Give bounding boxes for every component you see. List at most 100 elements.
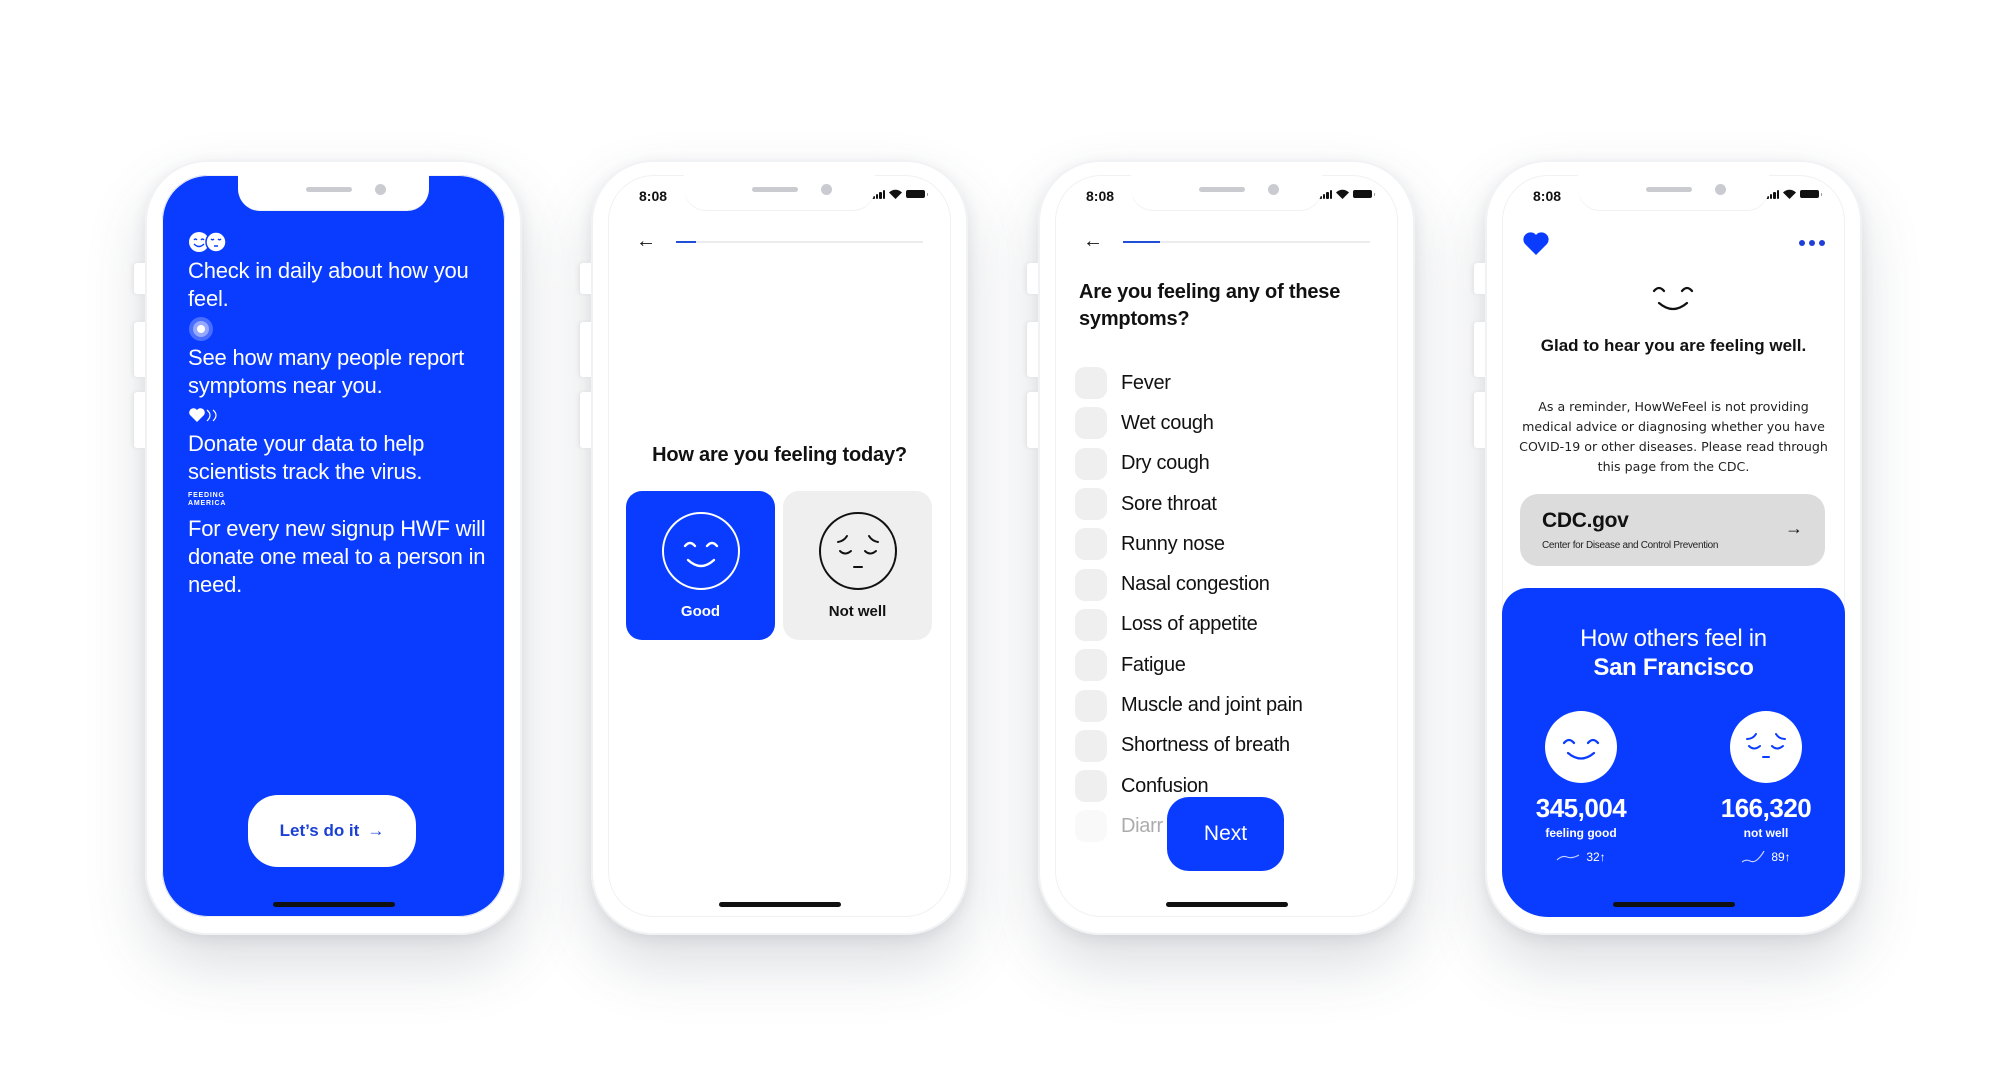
phone-mood-check: 8:08 ← How are you feeling today? Good N… — [580, 160, 968, 935]
checkbox[interactable] — [1075, 729, 1107, 762]
symptom-item[interactable]: Muscle and joint pain — [1075, 685, 1385, 725]
symptom-label: Nasal congestion — [1121, 573, 1270, 596]
screen: 8:08 Glad to hear you are feeling well. … — [1502, 175, 1845, 917]
location-pulse-icon — [188, 317, 488, 341]
stat-not-well: 166,320 not well 89↑ — [1696, 711, 1836, 864]
symptom-label: Confusion — [1121, 774, 1209, 797]
side-button — [1027, 263, 1038, 294]
nav-row: ← — [636, 231, 923, 251]
checkbox[interactable] — [1075, 689, 1107, 722]
lets-do-it-button[interactable]: Let’s do it → — [248, 795, 416, 867]
home-indicator[interactable] — [272, 902, 395, 907]
question-title: How are you feeling today? — [652, 444, 907, 466]
mood-option-good[interactable]: Good — [626, 491, 775, 640]
side-button — [580, 263, 591, 294]
stat-trend: 32↑ — [1511, 850, 1651, 864]
checkbox[interactable] — [1075, 608, 1107, 641]
next-button[interactable]: Next — [1167, 797, 1284, 871]
symptom-item[interactable]: Dry cough — [1075, 444, 1385, 484]
symptom-item[interactable]: Nasal congestion — [1075, 564, 1385, 604]
button-label: Let’s do it — [279, 821, 360, 840]
onboarding-text: Donate your data to help scientists trac… — [188, 431, 425, 484]
checkbox[interactable] — [1075, 488, 1107, 521]
symptom-label: Fatigue — [1121, 653, 1186, 676]
phone-result: 8:08 Glad to hear you are feeling well. … — [1474, 160, 1862, 935]
side-button — [580, 322, 591, 377]
panel-city: San Francisco — [1593, 654, 1754, 681]
symptom-label: Loss of appetite — [1121, 613, 1258, 636]
home-indicator[interactable] — [718, 902, 841, 907]
checkbox[interactable] — [1075, 770, 1107, 803]
stat-value: 345,004 — [1535, 793, 1627, 823]
symptom-label: Muscle and joint pain — [1121, 694, 1303, 717]
side-button — [134, 322, 145, 377]
screen: Check in daily about how you feel. See h… — [162, 175, 505, 917]
symptom-item[interactable]: Wet cough — [1075, 403, 1385, 443]
symptom-label: Diarr — [1121, 814, 1163, 837]
phone-symptoms: 8:08 ← Are you feeling any of these symp… — [1027, 160, 1415, 935]
notch — [684, 175, 875, 210]
panel-heading: How others feel in — [1580, 625, 1767, 652]
symptom-label: Sore throat — [1121, 492, 1217, 515]
cdc-subtitle: Center for Disease and Control Preventio… — [1542, 540, 1719, 551]
local-stats-panel: How others feel in San Francisco 345,004… — [1502, 588, 1845, 917]
sad-face-icon — [1730, 711, 1802, 783]
mood-option-not-well[interactable]: Not well — [783, 491, 932, 640]
symptom-item[interactable]: Shortness of breath — [1075, 726, 1385, 766]
checkbox[interactable] — [1075, 367, 1107, 400]
symptom-item[interactable]: Fatigue — [1075, 645, 1385, 685]
symptom-list: Fever Wet cough Dry cough Sore throat Runny … — [1075, 363, 1385, 847]
onboarding-item: See how many people report symptoms near… — [188, 317, 488, 400]
checkbox[interactable] — [1075, 649, 1107, 682]
trend-line-icon — [1741, 850, 1765, 863]
onboarding-item: Check in daily about how you feel. — [188, 230, 488, 313]
symptom-item[interactable]: Loss of appetite — [1075, 605, 1385, 645]
side-button — [1474, 322, 1485, 377]
onboarding-text: See how many people report symptoms near… — [188, 345, 465, 398]
stat-caption: not well — [1743, 826, 1789, 840]
heart-icon[interactable] — [1522, 230, 1550, 256]
back-arrow-icon[interactable]: ← — [636, 231, 656, 251]
more-options-icon[interactable] — [1799, 240, 1825, 246]
stat-trend: 89↑ — [1696, 850, 1836, 864]
side-button — [134, 263, 145, 294]
checkbox[interactable] — [1075, 407, 1107, 440]
status-time: 8:08 — [1533, 188, 1562, 204]
cdc-link-card[interactable]: CDC.gov Center for Disease and Control P… — [1520, 494, 1825, 566]
side-button — [1474, 392, 1485, 448]
wifi-icon — [1783, 189, 1796, 199]
logo-text: AMERICA — [188, 500, 227, 507]
checkbox[interactable] — [1075, 568, 1107, 601]
home-indicator[interactable] — [1612, 902, 1735, 907]
battery-icon — [1800, 190, 1822, 198]
wifi-icon — [889, 189, 902, 199]
checkbox[interactable] — [1075, 810, 1107, 843]
symptom-label: Wet cough — [1121, 411, 1214, 434]
symptom-item[interactable]: Runny nose — [1075, 524, 1385, 564]
checkbox[interactable] — [1075, 447, 1107, 480]
back-arrow-icon[interactable]: ← — [1083, 231, 1103, 251]
status-time: 8:08 — [1086, 188, 1115, 204]
result-title: Glad to hear you are feeling well. — [1540, 336, 1807, 355]
checkbox[interactable] — [1075, 528, 1107, 561]
side-button — [134, 392, 145, 448]
side-button — [1027, 392, 1038, 448]
notch — [1131, 175, 1322, 210]
mood-label: Not well — [828, 603, 887, 620]
smile-face-icon — [1545, 711, 1617, 783]
cdc-title: CDC.gov — [1542, 509, 1629, 532]
trend-value: 89↑ — [1771, 850, 1791, 864]
smile-face-icon — [661, 512, 740, 590]
symptom-label: Shortness of breath — [1121, 734, 1290, 757]
screen: 8:08 ← Are you feeling any of these symp… — [1055, 175, 1398, 917]
trend-line-icon — [1556, 854, 1580, 861]
arrow-right-icon: → — [1785, 518, 1803, 538]
symptom-item[interactable]: Sore throat — [1075, 484, 1385, 524]
symptom-item[interactable]: Fever — [1075, 363, 1385, 403]
hearts-icon — [188, 403, 488, 427]
side-button — [1027, 322, 1038, 377]
logo-text: FEEDING — [188, 492, 225, 499]
phone-onboarding: Check in daily about how you feel. See h… — [134, 160, 522, 935]
trend-value: 32↑ — [1586, 850, 1606, 864]
home-indicator[interactable] — [1165, 902, 1288, 907]
